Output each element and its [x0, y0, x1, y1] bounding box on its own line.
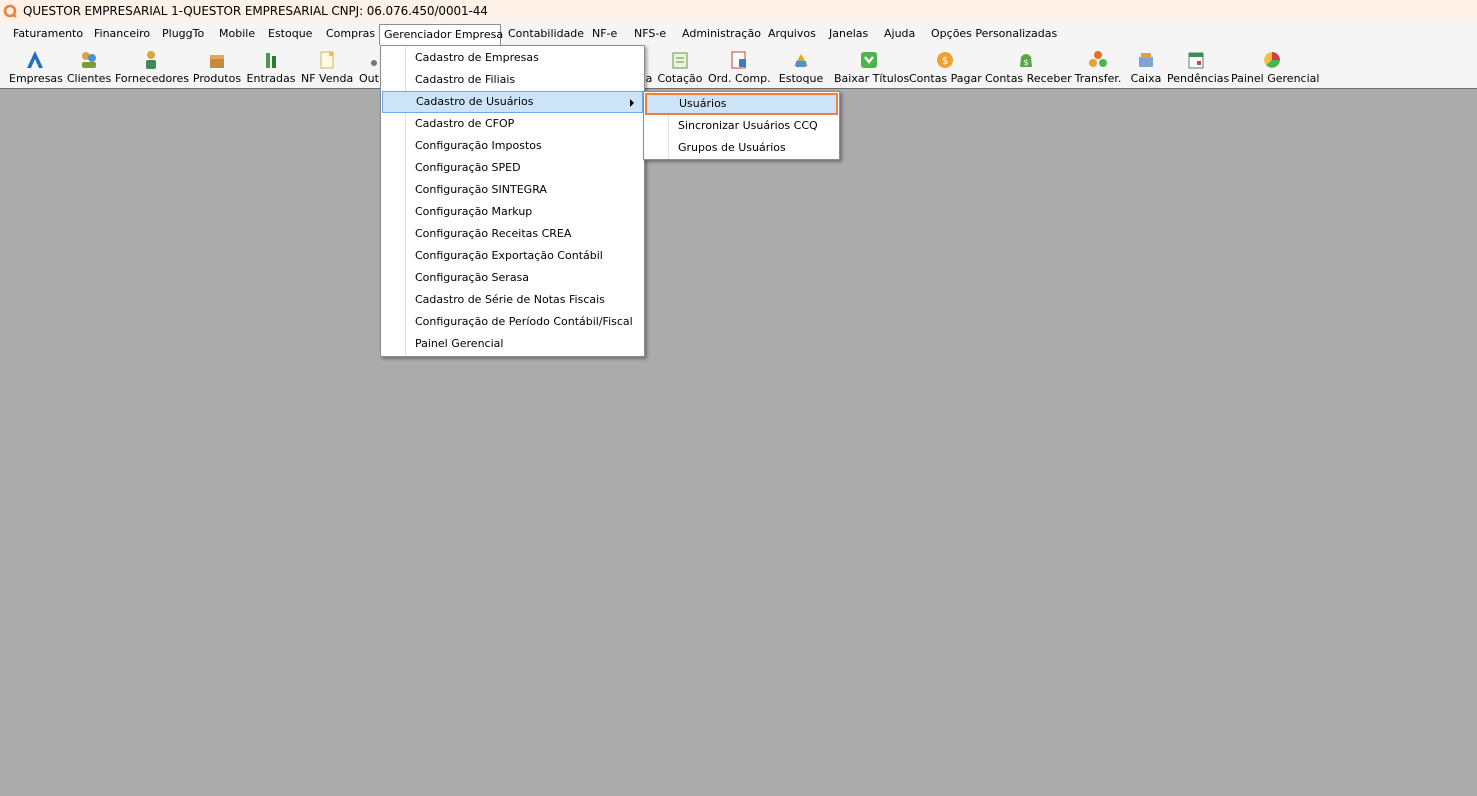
caixa-icon — [1139, 53, 1153, 67]
toolbar-baixar-titulos-button[interactable]: Baixar Títulos — [834, 49, 909, 85]
submenu-item-grupos-usuarios[interactable]: Grupos de Usuários — [645, 137, 838, 159]
menu-estoque[interactable]: Estoque — [264, 25, 316, 43]
ordem-compra-icon — [731, 51, 746, 69]
dropdown-item-cadastro-usuarios[interactable]: Cadastro de Usuários — [382, 91, 643, 113]
dropdown-item-cadastro-cfop[interactable]: Cadastro de CFOP — [382, 113, 643, 135]
dropdown-item-configuracao-serasa[interactable]: Configuração Serasa — [382, 267, 643, 289]
window-title: QUESTOR EMPRESARIAL 1-QUESTOR EMPRESARIA… — [23, 4, 488, 18]
toolbar-nf-venda-button[interactable]: NF Venda — [301, 49, 353, 85]
toolbar-caixa-button[interactable]: Caixa — [1129, 49, 1163, 85]
menu-financeiro[interactable]: Financeiro — [90, 25, 154, 43]
menu-faturamento[interactable]: Faturamento — [9, 25, 87, 43]
fornecedores-icon — [146, 51, 156, 69]
menu-administracao[interactable]: Administração — [678, 25, 765, 43]
toolbar-transfer-button[interactable]: Transfer. — [1072, 49, 1124, 85]
menu-gerenciador-empresa[interactable]: Gerenciador Empresa — [379, 24, 503, 45]
toolbar-entradas-button[interactable]: Entradas — [246, 49, 296, 85]
gerenciador-empresa-dropdown: Cadastro de Empresas Cadastro de Filiais… — [380, 45, 645, 357]
baixar-titulos-icon — [861, 52, 877, 68]
toolbar-estoque-button[interactable]: Estoque — [772, 49, 830, 85]
pendencias-icon — [1188, 52, 1204, 69]
menu-nfse[interactable]: NFS-e — [630, 25, 670, 43]
dropdown-item-cadastro-empresas[interactable]: Cadastro de Empresas — [382, 47, 643, 69]
toolbar-contas-pagar-button[interactable]: $ Contas Pagar — [909, 49, 982, 85]
produtos-icon — [210, 55, 224, 68]
toolbar-outros-button[interactable]: Out — [358, 49, 380, 85]
dropdown-item-cadastro-serie-notas-fiscais[interactable]: Cadastro de Série de Notas Fiscais — [382, 289, 643, 311]
menu-compras[interactable]: Compras — [322, 25, 379, 43]
questor-logo-icon — [3, 4, 17, 18]
painel-gerencial-icon — [1264, 52, 1280, 68]
entradas-icon — [266, 53, 276, 68]
toolbar-empresas-button[interactable]: Empresas — [9, 49, 63, 85]
dropdown-item-configuracao-exportacao-contabil[interactable]: Configuração Exportação Contábil — [382, 245, 643, 267]
empresas-icon — [27, 51, 43, 68]
dropdown-item-cadastro-filiais[interactable]: Cadastro de Filiais — [382, 69, 643, 91]
menu-opcoes-personalizadas[interactable]: Opções Personalizadas — [927, 25, 1061, 43]
contas-pagar-icon: $ — [937, 52, 953, 68]
svg-text:$: $ — [1023, 58, 1028, 67]
svg-text:$: $ — [942, 56, 948, 67]
menu-contabilidade[interactable]: Contabilidade — [504, 25, 588, 43]
menu-nfe[interactable]: NF-e — [588, 25, 621, 43]
transfer-icon — [1089, 51, 1107, 67]
dropdown-item-configuracao-markup[interactable]: Configuração Markup — [382, 201, 643, 223]
estoque-icon — [794, 54, 808, 67]
toolbar-contas-receber-button[interactable]: $ Contas Receber — [985, 49, 1072, 85]
toolbar-cotacao-button[interactable]: Cotação — [657, 49, 703, 85]
dropdown-item-label: Cadastro de Usuários — [416, 95, 534, 108]
toolbar-pendencias-button[interactable]: Pendências — [1167, 49, 1229, 85]
nf-venda-icon — [320, 51, 334, 69]
mdi-workspace — [0, 89, 1477, 796]
contas-receber-icon: $ — [1020, 54, 1032, 67]
cotacao-icon — [672, 52, 688, 69]
toolbar-fornecedores-button[interactable]: Fornecedores — [115, 49, 189, 85]
dropdown-item-configuracao-sped[interactable]: Configuração SPED — [382, 157, 643, 179]
dropdown-item-configuracao-impostos[interactable]: Configuração Impostos — [382, 135, 643, 157]
title-bar: QUESTOR EMPRESARIAL 1-QUESTOR EMPRESARIA… — [0, 0, 1477, 22]
menu-bar: Faturamento Financeiro PluggTo Mobile Es… — [0, 22, 1477, 46]
cadastro-usuarios-submenu: Usuários Sincronizar Usuários CCQ Grupos… — [643, 91, 840, 160]
clientes-icon — [82, 52, 96, 68]
menu-arquivos[interactable]: Arquivos — [764, 25, 820, 43]
dropdown-item-configuracao-sintegra[interactable]: Configuração SINTEGRA — [382, 179, 643, 201]
outros-icon — [371, 60, 377, 66]
submenu-item-usuarios[interactable]: Usuários — [645, 93, 838, 115]
toolbar: Empresas Clientes Fornecedores Produtos … — [0, 46, 1477, 89]
submenu-arrow-icon — [630, 99, 634, 107]
dropdown-item-configuracao-receitas-crea[interactable]: Configuração Receitas CREA — [382, 223, 643, 245]
menu-ajuda[interactable]: Ajuda — [880, 25, 919, 43]
menu-mobile[interactable]: Mobile — [215, 25, 259, 43]
menu-pluggto[interactable]: PluggTo — [158, 25, 208, 43]
toolbar-produtos-button[interactable]: Produtos — [192, 49, 242, 85]
dropdown-item-painel-gerencial[interactable]: Painel Gerencial — [382, 333, 643, 355]
menu-janelas[interactable]: Janelas — [825, 25, 872, 43]
toolbar-painel-gerencial-button[interactable]: Painel Gerencial — [1231, 49, 1319, 85]
submenu-item-sincronizar-usuarios-ccq[interactable]: Sincronizar Usuários CCQ — [645, 115, 838, 137]
dropdown-item-configuracao-periodo-contabil-fiscal[interactable]: Configuração de Período Contábil/Fiscal — [382, 311, 643, 333]
toolbar-clientes-button[interactable]: Clientes — [66, 49, 112, 85]
toolbar-ord-comp-button[interactable]: Ord. Comp. — [708, 49, 771, 85]
